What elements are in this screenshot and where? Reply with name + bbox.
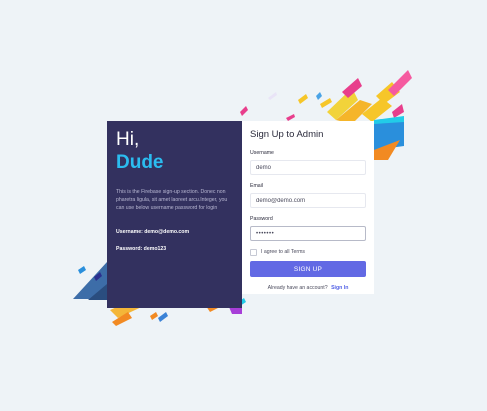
username-input[interactable] (250, 160, 366, 175)
password-input[interactable] (250, 226, 366, 241)
username-label: Username (250, 150, 274, 156)
welcome-description: This is the Firebase sign-up section. Do… (116, 189, 228, 212)
user-name-heading: Dude (116, 152, 164, 173)
greeting-heading: Hi, (116, 129, 140, 150)
terms-checkbox[interactable] (250, 248, 257, 256)
account-prompt-row: Already have an account? Sign In (250, 285, 366, 291)
terms-label[interactable]: I agree to all Terms (261, 249, 305, 255)
email-input[interactable] (250, 193, 366, 208)
demo-password-text: Password: demo123 (116, 245, 167, 252)
welcome-panel: Hi, Dude This is the Firebase sign-up se… (107, 121, 242, 308)
terms-row: I agree to all Terms (250, 248, 366, 256)
signin-link[interactable]: Sign In (331, 285, 348, 291)
account-prompt-text: Already have an account? (267, 285, 328, 291)
signup-button[interactable]: SIGN UP (250, 261, 366, 277)
demo-username-text: Username: demo@demo.com (116, 228, 190, 235)
email-label: Email (250, 183, 263, 189)
signup-form: Sign Up to Admin Username Email Password… (242, 121, 374, 294)
form-title: Sign Up to Admin (250, 129, 324, 140)
password-label: Password (250, 216, 273, 222)
